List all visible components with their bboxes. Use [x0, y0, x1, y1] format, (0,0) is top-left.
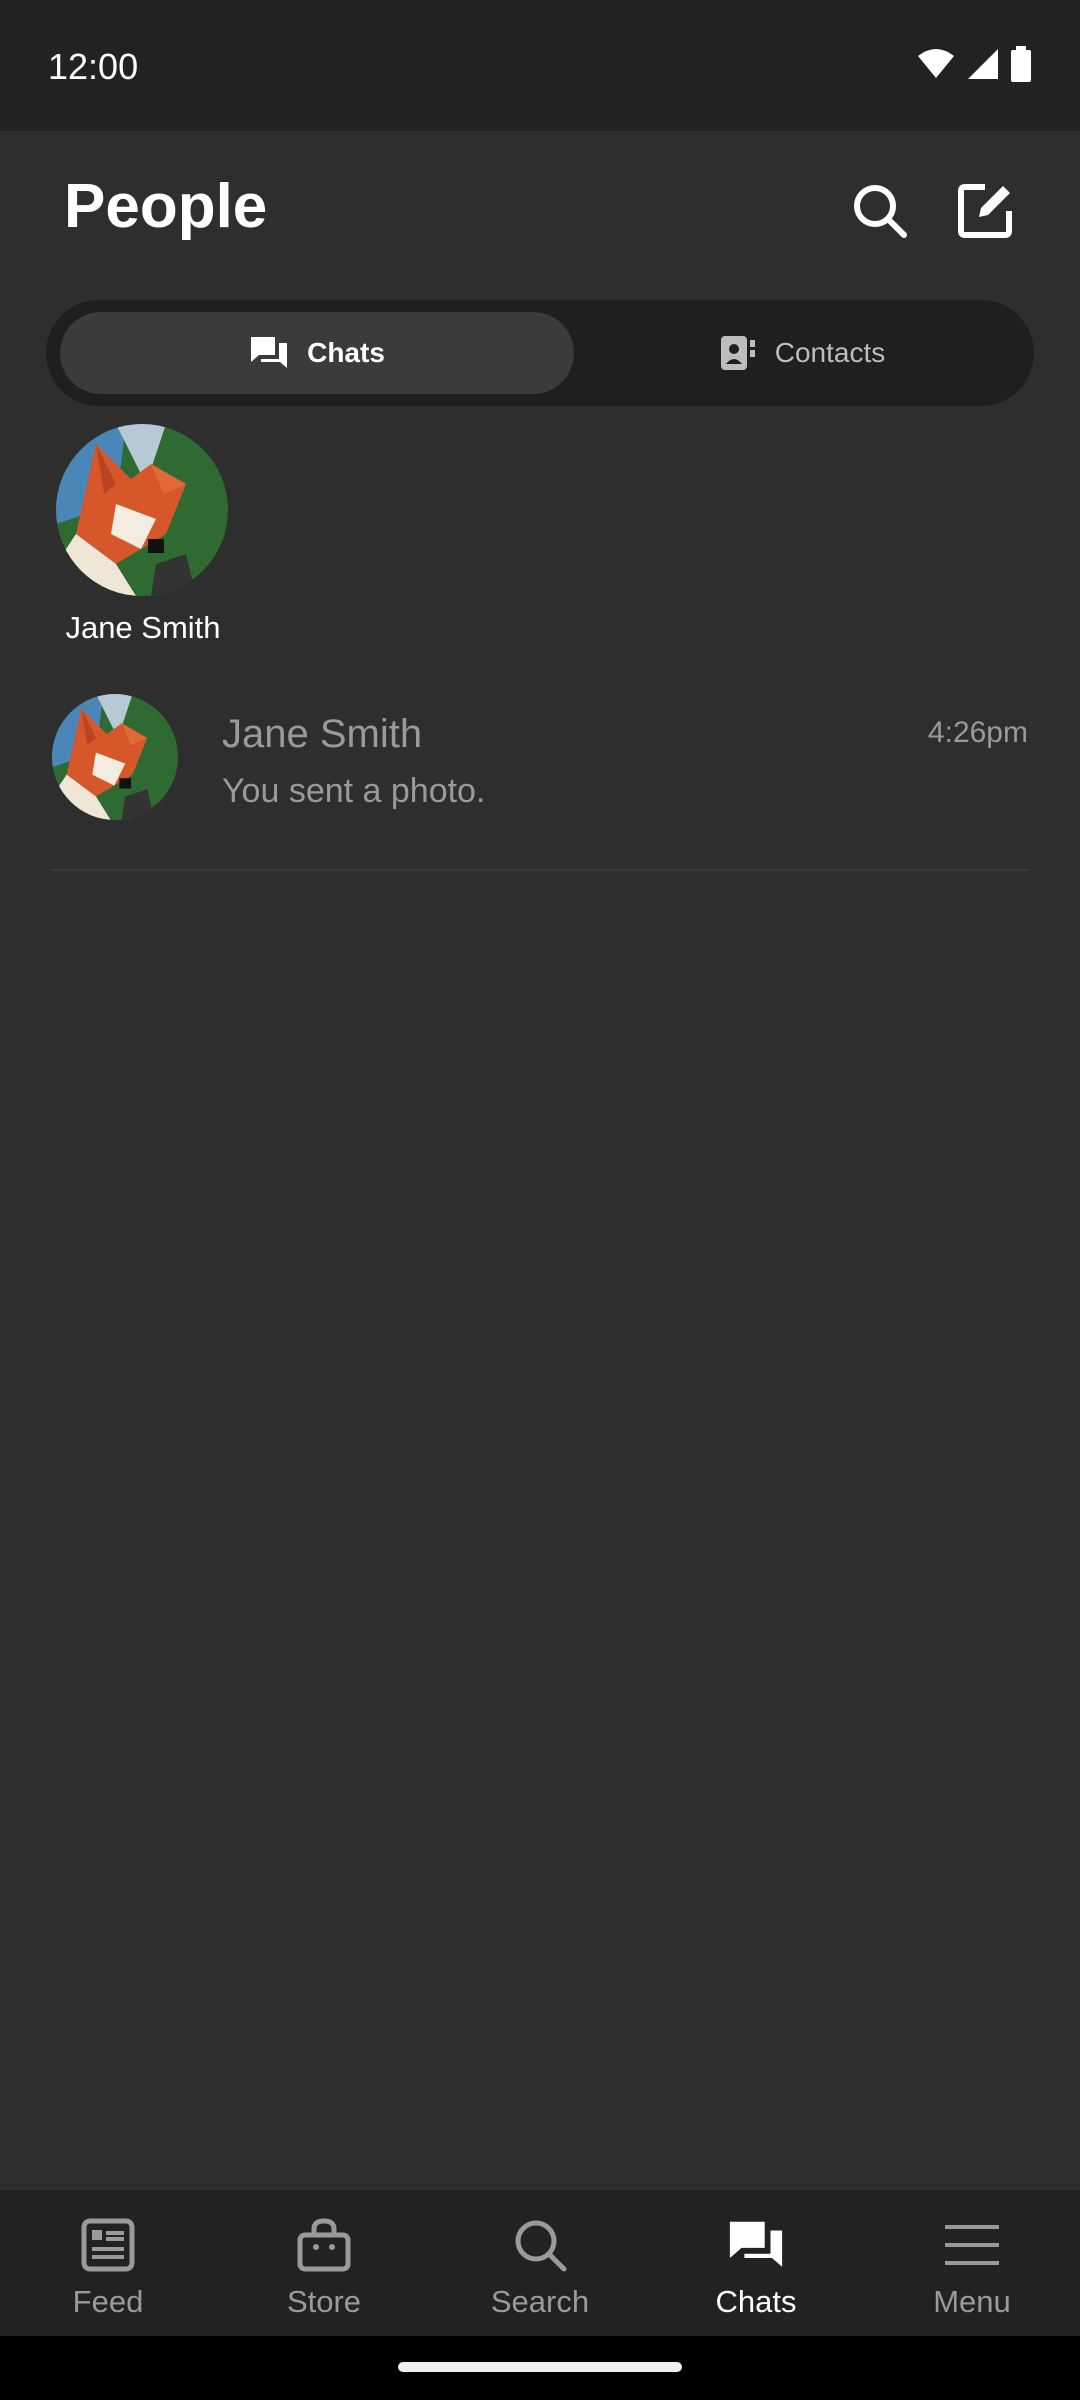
tab-chats-label: Chats	[307, 337, 385, 368]
cellular-signal-icon	[968, 49, 998, 79]
compose-icon	[958, 184, 1012, 238]
chat-list-item[interactable]: Jane Smith You sent a photo. 4:26pm	[52, 694, 1028, 870]
nav-label-feed: Feed	[72, 2284, 144, 2319]
status-icons	[916, 46, 1032, 82]
header: People	[0, 131, 1080, 291]
fox-avatar-image	[52, 694, 178, 820]
avatar	[56, 424, 228, 596]
nav-item-store[interactable]: Store	[216, 2190, 432, 2336]
gesture-area	[0, 2336, 1080, 2400]
fox-avatar-image	[56, 424, 228, 596]
wifi-icon	[918, 49, 954, 78]
chat-contact-name: Jane Smith	[222, 712, 423, 756]
nav-item-search[interactable]: Search	[432, 2190, 648, 2336]
chat-timestamp: 4:26pm	[927, 716, 1028, 749]
search-icon	[515, 2220, 567, 2272]
compose-button[interactable]	[945, 171, 1025, 251]
nav-label-menu: Menu	[933, 2284, 1011, 2319]
tab-contacts-label: Contacts	[774, 337, 886, 368]
nav-item-menu[interactable]: Menu	[864, 2190, 1080, 2336]
tab-chats[interactable]: Chats	[60, 312, 574, 394]
chat-bubbles-icon	[251, 337, 288, 368]
store-bag-icon	[297, 2218, 351, 2272]
nav-label-chats: Chats	[715, 2284, 797, 2319]
hamburger-menu-icon	[945, 2225, 999, 2265]
story-name: Jane Smith	[65, 610, 221, 645]
divider	[52, 869, 1028, 871]
chat-last-message: You sent a photo.	[222, 772, 486, 810]
nav-label-store: Store	[286, 2284, 362, 2319]
home-gesture-bar[interactable]	[398, 2362, 682, 2372]
nav-item-chats[interactable]: Chats	[648, 2190, 864, 2336]
status-bar: 12:00	[0, 0, 1080, 131]
story-item[interactable]: Jane Smith	[56, 424, 230, 646]
battery-icon	[1011, 46, 1031, 82]
feed-icon	[81, 2218, 135, 2272]
segmented-control: Chats Contacts	[46, 300, 1034, 406]
contact-card-icon	[720, 336, 755, 370]
chat-bubbles-icon	[729, 2221, 783, 2267]
page-title: People	[64, 172, 268, 241]
bottom-nav: Feed Store Search Chats Menu	[0, 2190, 1080, 2336]
search-button[interactable]	[840, 171, 920, 251]
nav-item-feed[interactable]: Feed	[0, 2190, 216, 2336]
search-icon	[854, 185, 907, 238]
tab-contacts[interactable]: Contacts	[582, 312, 1022, 394]
status-time: 12:00	[48, 46, 139, 87]
avatar	[52, 694, 178, 820]
nav-label-search: Search	[490, 2284, 590, 2319]
